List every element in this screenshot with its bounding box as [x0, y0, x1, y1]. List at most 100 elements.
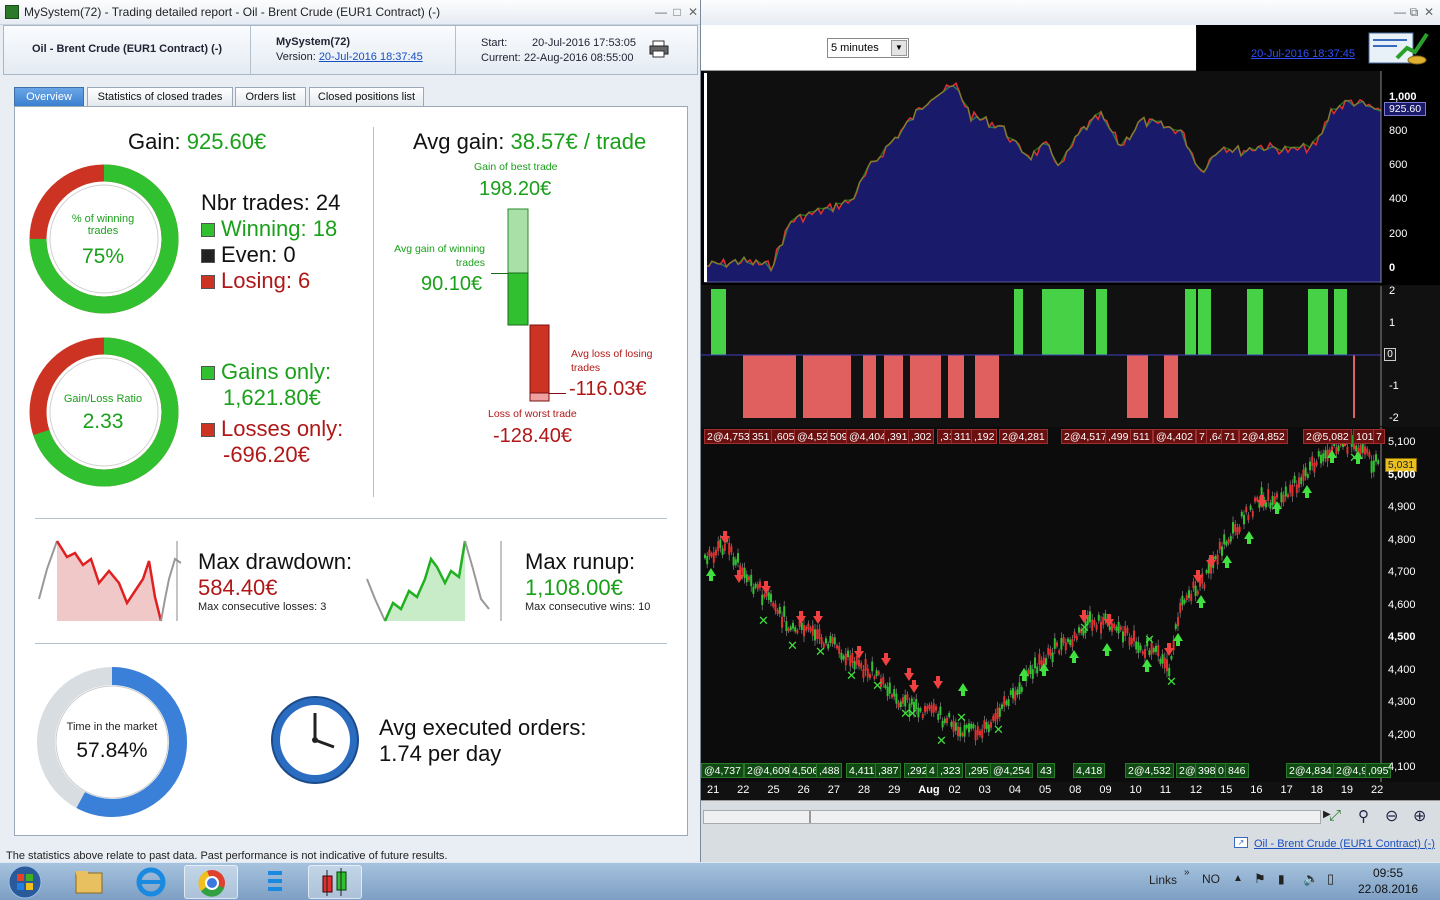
taskbar-links[interactable]: Links: [1149, 873, 1177, 887]
chart-titlebar[interactable]: — ⧉ ✕: [701, 0, 1440, 25]
chart-restore-icon[interactable]: ⧉: [1407, 4, 1421, 20]
candle-body: [968, 723, 970, 733]
worst-trade-label: Loss of worst trade: [488, 408, 577, 420]
avg-loss-pointer: [549, 393, 566, 394]
screen: MySystem(72) - Trading detailed report -…: [0, 0, 1440, 900]
candle-body: [781, 616, 783, 628]
losses-only-value: -696.20€: [223, 442, 310, 467]
candle-body: [1170, 655, 1173, 660]
bottom-order-label: 4,411: [846, 763, 878, 778]
timeframe-select[interactable]: 5 minutes ▼: [827, 38, 909, 58]
candle-body: [888, 682, 891, 694]
chevron-down-icon[interactable]: ▼: [891, 40, 907, 56]
candle-body: [1071, 639, 1074, 648]
zoom-auto-icon[interactable]: ⚲: [1358, 807, 1369, 825]
sell-arrow-stem: [764, 581, 768, 586]
candle-body: [1179, 603, 1182, 613]
candle-body: [778, 606, 781, 614]
print-icon[interactable]: [649, 40, 669, 58]
tab-overview[interactable]: Overview: [14, 87, 84, 107]
top-order-label: ,192: [971, 429, 998, 444]
price-tick: 4,600: [1388, 598, 1416, 611]
losing-square-icon: [201, 275, 215, 289]
candle-body: [1236, 527, 1239, 535]
candle-body: [948, 712, 951, 718]
date-tick: 28: [857, 784, 871, 796]
candle-body: [996, 707, 999, 720]
winning-square-icon: [201, 223, 215, 237]
volume-icon[interactable]: 🔈: [1303, 871, 1319, 887]
candle-body: [998, 707, 1001, 717]
candle-body: [776, 609, 779, 614]
minimize-icon[interactable]: —: [654, 4, 668, 20]
sell-arrow-stem: [1260, 495, 1264, 500]
avg-loss-value: -116.03€: [569, 378, 647, 400]
taskbar-explorer[interactable]: [62, 865, 116, 899]
chart-minimize-icon[interactable]: —: [1393, 4, 1407, 20]
avg-gain-summary: Avg gain: 38.57€ / trade: [413, 129, 646, 155]
candle-body: [1320, 454, 1322, 464]
buy-arrow-stem: [1225, 563, 1229, 568]
start-button[interactable]: [4, 865, 46, 899]
candle-body: [708, 549, 711, 557]
clock-time[interactable]: 09:55: [1360, 866, 1416, 880]
instrument-footer-link[interactable]: Oil - Brent Crude (EUR1 Contract) (-): [1254, 838, 1435, 850]
candle-body: [814, 629, 816, 641]
candle-body: [1073, 631, 1076, 639]
zoom-in-icon[interactable]: ⊕: [1413, 806, 1426, 826]
window-title: MySystem(72) - Trading detailed report -…: [24, 5, 441, 19]
chart-version-link[interactable]: 20-Jul-2016 18:37:45: [1251, 48, 1355, 60]
tab-closed-positions-list[interactable]: Closed positions list: [309, 87, 424, 107]
horizontal-scrollbar[interactable]: [703, 810, 1321, 824]
bottom-order-label: 4,418: [1073, 763, 1106, 778]
scrollbar-grip[interactable]: [809, 811, 811, 823]
report-chart-icon[interactable]: [1367, 30, 1431, 66]
zoom-fit-icon[interactable]: ⤢: [1329, 807, 1341, 824]
avg-loss-label: Avg loss of losing trades: [571, 348, 653, 374]
battery-icon[interactable]: ▯: [1327, 871, 1334, 887]
candle-body: [941, 720, 944, 728]
candle-body: [721, 548, 724, 555]
flag-icon[interactable]: ⚑: [1254, 871, 1266, 887]
candle-body: [1113, 623, 1116, 629]
even-square-icon: [201, 249, 215, 263]
candle-body: [895, 693, 898, 704]
tab-statistics-closed-trades[interactable]: Statistics of closed trades: [87, 87, 233, 107]
candle-body: [1003, 696, 1006, 707]
gain-loss-bars: [507, 208, 550, 402]
candle-body: [1364, 446, 1366, 455]
network-icon[interactable]: ▮: [1278, 872, 1285, 886]
close-icon[interactable]: ✕: [686, 4, 700, 20]
report-titlebar[interactable]: MySystem(72) - Trading detailed report -…: [0, 0, 700, 25]
taskbar-ie[interactable]: [124, 865, 178, 899]
language-indicator[interactable]: NO: [1202, 872, 1220, 886]
header-dates-cell: Start: 20-Jul-2016 17:53:05 Current: 22-…: [456, 26, 697, 74]
start-value: 20-Jul-2016 17:53:05: [532, 37, 636, 49]
losing-trades-text: Losing: 6: [221, 268, 311, 293]
candle-body: [803, 624, 805, 637]
header-version-link[interactable]: 20-Jul-2016 18:37:45: [319, 51, 423, 63]
candle-body: [825, 638, 827, 644]
best-trade-label: Gain of best trade: [474, 161, 558, 173]
buy-arrow-stem: [1105, 651, 1109, 656]
chart-close-icon[interactable]: ✕: [1422, 4, 1436, 20]
candle-body: [1020, 687, 1023, 692]
top-order-label: @4,404: [846, 429, 889, 444]
bottom-order-label: ,323: [937, 763, 964, 778]
zoom-out-icon[interactable]: ⊖: [1385, 806, 1398, 826]
candle-body: [1302, 469, 1305, 481]
maximize-icon[interactable]: □: [670, 4, 684, 20]
top-order-label: 7: [1373, 429, 1385, 444]
candle-body: [1005, 700, 1008, 705]
tray-expand-icon[interactable]: ▲: [1233, 873, 1243, 884]
candle-body: [1311, 456, 1314, 466]
taskbar-chrome[interactable]: [184, 865, 238, 899]
tab-orders-list[interactable]: Orders list: [235, 87, 306, 107]
report-window: MySystem(72) - Trading detailed report -…: [0, 0, 701, 862]
links-expand-icon[interactable]: »: [1184, 867, 1190, 878]
taskbar-trading-platform[interactable]: [308, 865, 362, 899]
clock-date[interactable]: 22.08.2016: [1356, 882, 1420, 896]
bottom-order-label: ,295: [965, 763, 992, 778]
short-position-bar: [863, 355, 876, 418]
taskbar-app-list[interactable]: [248, 865, 302, 899]
